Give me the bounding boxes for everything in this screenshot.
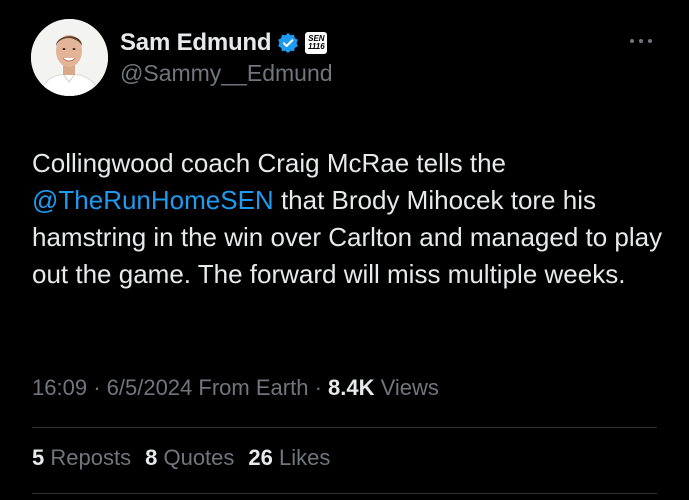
quotes-stat[interactable]: 8 Quotes bbox=[145, 445, 234, 471]
author-display-name[interactable]: Sam Edmund bbox=[120, 29, 272, 57]
tweet-time[interactable]: 16:09 bbox=[32, 375, 87, 400]
divider bbox=[32, 427, 657, 428]
more-options-icon[interactable] bbox=[628, 31, 654, 51]
tweet-card: Sam Edmund SEN 1116 @Sammy__Edmund Colli… bbox=[0, 0, 689, 500]
likes-count: 26 bbox=[248, 445, 273, 470]
tweet-source: From Earth bbox=[198, 375, 309, 400]
author-handle[interactable]: @Sammy__Edmund bbox=[120, 60, 333, 87]
engagement-stats: 5 Reposts 8 Quotes 26 Likes bbox=[32, 445, 344, 471]
verified-badge-icon bbox=[277, 32, 299, 54]
avatar[interactable] bbox=[31, 19, 108, 96]
meta-separator-2: · bbox=[314, 375, 322, 400]
views-count: 8.4K bbox=[328, 375, 375, 400]
meta-separator: · bbox=[93, 375, 101, 400]
views-label: Views bbox=[380, 375, 439, 400]
tweet-text: Collingwood coach Craig McRae tells the … bbox=[32, 145, 672, 293]
tweet-text-part-1: Collingwood coach Craig McRae tells the bbox=[32, 148, 507, 178]
reposts-count: 5 bbox=[32, 445, 45, 470]
tweet-meta: 16:09 · 6/5/2024 From Earth · 8.4K Views bbox=[32, 375, 439, 401]
reposts-stat[interactable]: 5 Reposts bbox=[32, 445, 131, 471]
likes-stat[interactable]: 26 Likes bbox=[248, 445, 330, 471]
avatar-image bbox=[31, 19, 108, 96]
divider-bottom bbox=[32, 493, 657, 494]
affiliate-badge[interactable]: SEN 1116 bbox=[305, 32, 328, 54]
tweet-date[interactable]: 6/5/2024 bbox=[107, 375, 193, 400]
reposts-label: Reposts bbox=[50, 445, 132, 470]
quotes-count: 8 bbox=[145, 445, 158, 470]
mention-link[interactable]: @TheRunHomeSEN bbox=[32, 185, 274, 215]
author-name-row: Sam Edmund SEN 1116 bbox=[120, 27, 328, 59]
affiliate-badge-line-2: 1116 bbox=[308, 42, 325, 51]
quotes-label: Quotes bbox=[163, 445, 235, 470]
likes-label: Likes bbox=[279, 445, 331, 470]
